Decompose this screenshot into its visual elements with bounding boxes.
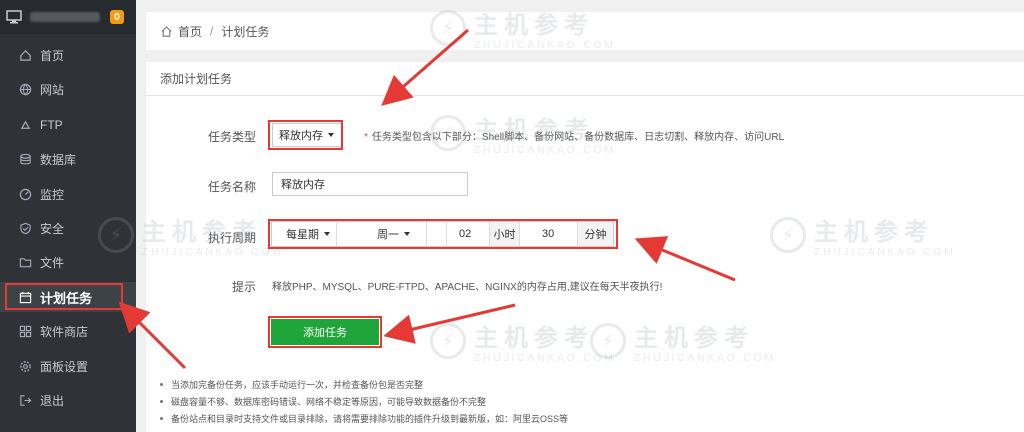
sidebar-item-label: 数据库 (40, 152, 77, 167)
breadcrumb-separator: / (210, 24, 214, 38)
task-type-hint-text: 任务类型包含以下部分：Shell脚本、备份网站、备份数据库、日志切割、释放内存、… (371, 132, 785, 143)
server-name-blurred (30, 12, 100, 22)
task-type-label: 任务类型 (207, 130, 256, 144)
sidebar-item-label: 文件 (40, 255, 65, 270)
ftp-icon (18, 118, 32, 132)
sidebar-item-files[interactable]: 文件 (0, 247, 136, 277)
sidebar-item-website[interactable]: 网站 (0, 74, 136, 104)
home-icon (161, 25, 172, 37)
list-item: 当添加完备份任务，应该手动运行一次，并检查备份包是否完整 (160, 376, 568, 393)
store-icon (18, 324, 32, 338)
period-label: 执行周期 (207, 231, 256, 245)
highlight-box-task-type (268, 120, 343, 150)
sidebar-item-logout[interactable]: 退出 (0, 385, 136, 415)
tip-label: 提示 (231, 280, 256, 294)
list-item: 磁盘容量不够、数据库密码错误、网络不稳定等原因，可能导致数据备份不完整 (160, 393, 568, 410)
sidebar-item-label: 网站 (40, 82, 65, 97)
highlight-box-submit (268, 316, 382, 348)
task-name-label: 任务名称 (207, 180, 256, 194)
sidebar-item-home[interactable]: 首页 (0, 40, 136, 70)
sidebar-item-security[interactable]: 安全 (0, 213, 136, 243)
gear-icon (18, 359, 32, 373)
sidebar-item-label: 软件商店 (40, 324, 89, 339)
list-item: 备份站点和目录时支持文件或目录排除，请将需要排除功能的插件升级到最新版，如：阿里… (160, 410, 568, 427)
panel-title: 添加计划任务 (146, 62, 1024, 96)
logout-icon (18, 393, 32, 407)
sidebar-item-label: FTP (40, 118, 63, 132)
breadcrumb-current: 计划任务 (221, 24, 270, 39)
breadcrumb-home[interactable]: 首页 (178, 23, 202, 40)
globe-icon (18, 82, 32, 96)
database-icon (18, 152, 32, 166)
sidebar-item-store[interactable]: 软件商店 (0, 316, 136, 346)
notification-badge[interactable]: 0 (110, 10, 124, 24)
monitor-icon (6, 10, 22, 24)
server-header: 0 (0, 0, 136, 34)
sidebar-item-label: 退出 (40, 393, 65, 408)
highlight-box-cron (5, 283, 123, 310)
sidebar-item-database[interactable]: 数据库 (0, 144, 136, 174)
home-icon (18, 48, 32, 62)
monitor-icon (18, 187, 32, 201)
tip-text: 释放PHP、MYSQL、PURE-FTPD、APACHE、NGINX的内存占用,… (272, 282, 663, 293)
required-star: * (364, 132, 368, 143)
breadcrumb: 首页 / 计划任务 (146, 12, 1024, 50)
sidebar-item-label: 首页 (40, 48, 65, 63)
sidebar-item-settings[interactable]: 面板设置 (0, 351, 136, 381)
sidebar-item-label: 监控 (40, 187, 65, 202)
task-type-hint: * 任务类型包含以下部分：Shell脚本、备份网站、备份数据库、日志切割、释放内存… (364, 128, 784, 143)
task-name-input[interactable]: 释放内存 (272, 172, 468, 196)
sidebar: 0 首页 网站 FTP 数据库 监控 安全 文件 计划任务 软件商店 面板设置 (0, 0, 136, 432)
shield-icon (18, 221, 32, 235)
sidebar-item-monitor[interactable]: 监控 (0, 179, 136, 209)
notes-list: 当添加完备份任务，应该手动运行一次，并检查备份包是否完整 磁盘容量不够、数据库密… (160, 376, 568, 427)
folder-icon (18, 255, 32, 269)
highlight-box-period (268, 219, 618, 249)
sidebar-item-label: 面板设置 (40, 359, 89, 374)
sidebar-item-ftp[interactable]: FTP (0, 110, 136, 140)
sidebar-item-label: 安全 (40, 221, 65, 236)
